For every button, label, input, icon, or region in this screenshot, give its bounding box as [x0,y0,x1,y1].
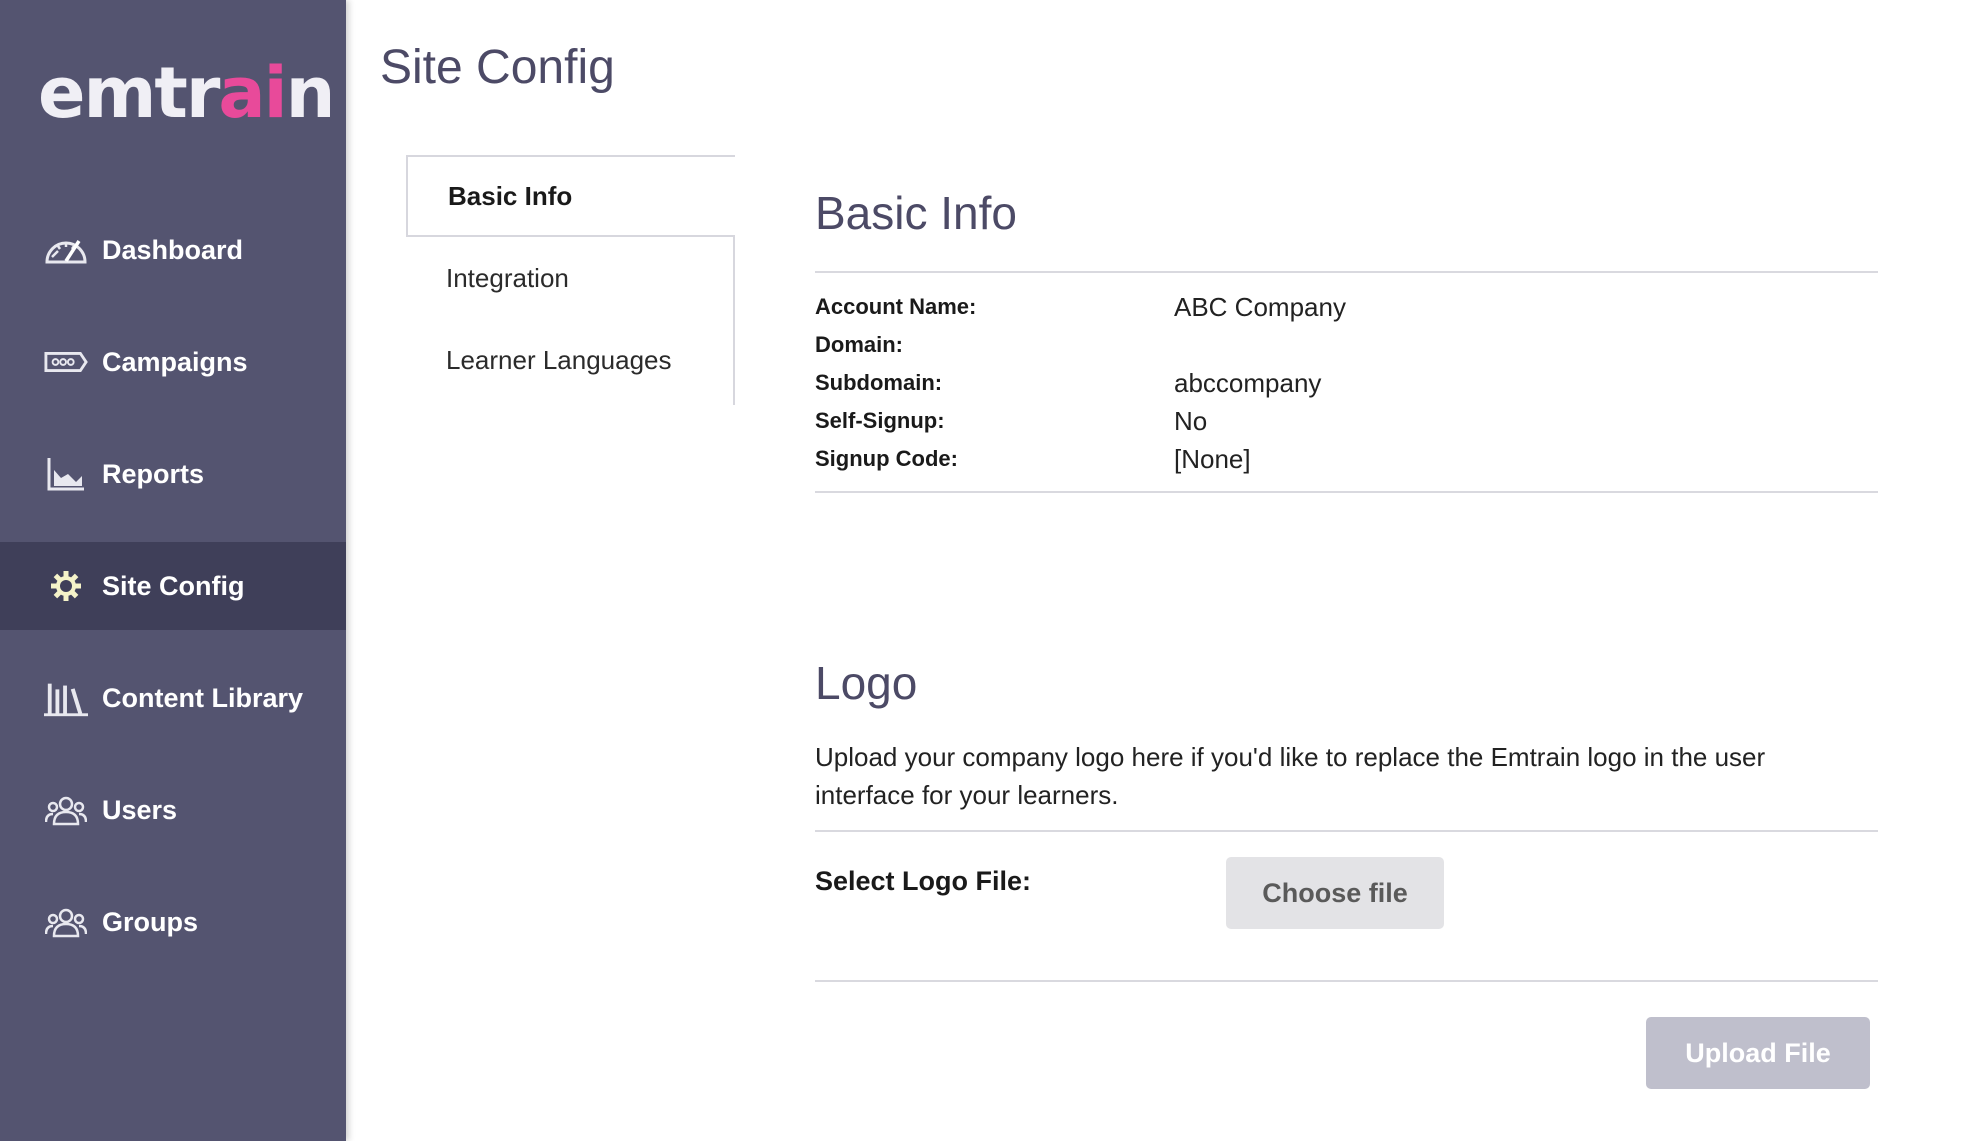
sidebar-item-content-library[interactable]: Content Library [0,654,346,742]
sidebar-item-site-config[interactable]: Site Config [0,542,346,630]
config-tabs: Basic Info Integration Learner Languages [406,155,735,405]
info-label: Self-Signup: [815,408,945,433]
sidebar-item-label: Reports [102,458,205,489]
sidebar-item-label: Site Config [102,570,245,601]
sidebar: emtrain Dashboard Campaigns Reports Site… [0,0,346,1141]
info-label: Subdomain: [815,370,943,395]
choose-file-button[interactable]: Choose file [1226,857,1444,929]
logo-text-accent: ai [218,52,287,134]
divider [815,830,1878,832]
tab-learner-languages[interactable]: Learner Languages [406,319,733,401]
divider [815,271,1878,273]
info-value: [None] [1174,443,1251,474]
info-row-account-name: Account Name: ABC Company [815,288,1346,326]
info-value: ABC Company [1174,291,1346,322]
tab-basic-info[interactable]: Basic Info [406,155,735,237]
sidebar-nav: Dashboard Campaigns Reports Site Config … [0,206,346,990]
info-row-subdomain: Subdomain: abccompany [815,364,1321,402]
sidebar-item-campaigns[interactable]: Campaigns [0,318,346,406]
sidebar-item-dashboard[interactable]: Dashboard [0,206,346,294]
logo-text-suffix: n [285,52,336,134]
info-label: Account Name: [815,294,977,319]
basic-info-title: Basic Info [815,187,1017,239]
sidebar-item-reports[interactable]: Reports [0,430,346,518]
divider [815,980,1878,982]
sidebar-item-label: Content Library [102,682,304,713]
info-value: No [1174,405,1208,436]
dashboard-gauge-icon [44,232,88,268]
campaigns-ticket-icon [44,344,88,380]
logo-text-prefix: emtr [38,52,220,134]
sidebar-item-label: Dashboard [102,234,244,265]
divider [815,491,1878,493]
select-logo-file-label: Select Logo File: [815,866,1032,896]
users-icon [44,792,88,828]
info-row-signup-code: Signup Code: [None] [815,440,1251,478]
books-icon [44,680,88,717]
info-label: Signup Code: [815,446,958,471]
sidebar-item-users[interactable]: Users [0,766,346,854]
page-title: Site Config [380,41,615,94]
sidebar-item-label: Campaigns [102,346,248,377]
sidebar-item-groups[interactable]: Groups [0,878,346,966]
sidebar-item-label: Groups [102,906,199,937]
gear-icon [44,568,88,604]
logo-description: Upload your company logo here if you'd l… [815,742,1766,810]
reports-chart-icon [44,456,88,492]
tab-integration[interactable]: Integration [406,237,733,319]
emtrain-logo[interactable]: emtrain [38,58,335,128]
upload-file-button[interactable]: Upload File [1646,1017,1870,1089]
info-value: abccompany [1174,367,1322,398]
groups-icon [44,904,88,940]
info-label: Domain: [815,332,903,357]
info-row-self-signup: Self-Signup: No [815,402,1207,440]
info-row-domain: Domain: [815,326,1174,364]
sidebar-item-label: Users [102,794,178,825]
logo-section-title: Logo [815,657,918,709]
